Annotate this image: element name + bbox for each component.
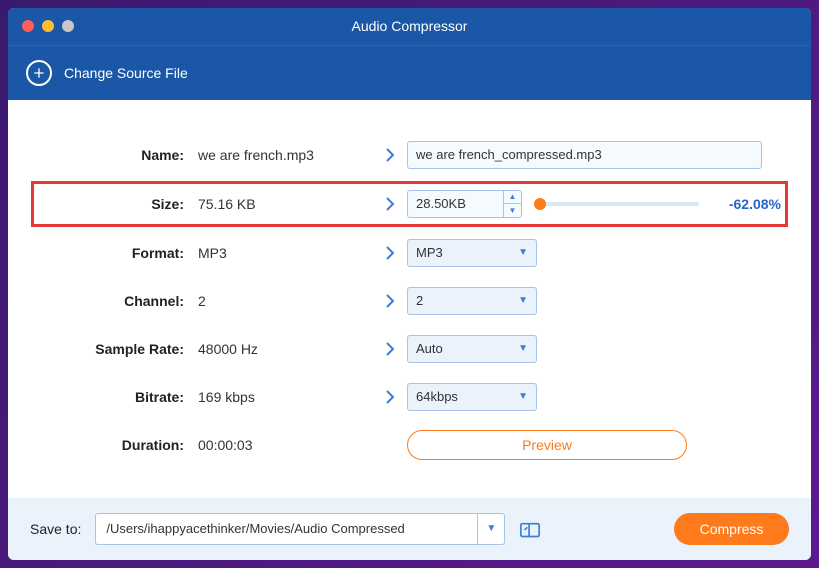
sample-rate-dropdown[interactable]: Auto ▼ xyxy=(407,335,537,363)
toolbar: Change Source File xyxy=(8,45,811,100)
open-folder-button[interactable] xyxy=(519,520,541,538)
label-sample-rate: Sample Rate: xyxy=(38,341,198,357)
label-duration: Duration: xyxy=(38,437,198,453)
format-value: MP3 xyxy=(416,245,443,260)
plus-icon[interactable] xyxy=(26,60,52,86)
target-size-spinner[interactable]: 28.50KB ▲ ▼ xyxy=(407,190,522,218)
arrow-icon xyxy=(373,293,407,309)
save-path-box[interactable]: /Users/ihappyacethinker/Movies/Audio Com… xyxy=(95,513,477,545)
titlebar: Audio Compressor xyxy=(8,8,811,45)
bitrate-dropdown[interactable]: 64kbps ▼ xyxy=(407,383,537,411)
label-size: Size: xyxy=(38,196,198,212)
preview-button[interactable]: Preview xyxy=(407,430,687,460)
slider-thumb[interactable] xyxy=(534,198,546,210)
chevron-down-icon: ▼ xyxy=(486,523,496,534)
arrow-icon xyxy=(373,147,407,163)
row-size: Size: 75.16 KB 28.50KB ▲ ▼ -62.08% xyxy=(34,184,785,224)
content-area: Name: we are french.mp3 Size: 75.16 KB 2… xyxy=(8,100,811,498)
output-name-input[interactable] xyxy=(407,141,762,169)
save-path-dropdown[interactable]: ▼ xyxy=(477,513,505,545)
source-sample-rate: 48000 Hz xyxy=(198,341,373,357)
sample-rate-value: Auto xyxy=(416,341,443,356)
label-channel: Channel: xyxy=(38,293,198,309)
format-dropdown[interactable]: MP3 ▼ xyxy=(407,239,537,267)
label-format: Format: xyxy=(38,245,198,261)
size-slider[interactable] xyxy=(540,202,699,206)
source-channel: 2 xyxy=(198,293,373,309)
channel-dropdown[interactable]: 2 ▼ xyxy=(407,287,537,315)
source-size: 75.16 KB xyxy=(198,196,373,212)
chevron-down-icon: ▼ xyxy=(518,343,528,354)
arrow-icon xyxy=(373,389,407,405)
chevron-down-icon: ▼ xyxy=(518,247,528,258)
save-to-label: Save to: xyxy=(30,521,81,537)
label-name: Name: xyxy=(38,147,198,163)
row-name: Name: we are french.mp3 xyxy=(38,140,781,170)
change-source-button[interactable]: Change Source File xyxy=(64,65,188,81)
source-duration: 00:00:03 xyxy=(198,437,373,453)
row-duration: Duration: 00:00:03 Preview xyxy=(38,430,781,460)
source-format: MP3 xyxy=(198,245,373,261)
target-size-value: 28.50KB xyxy=(416,196,466,211)
source-bitrate: 169 kbps xyxy=(198,389,373,405)
row-sample-rate: Sample Rate: 48000 Hz Auto ▼ xyxy=(38,334,781,364)
arrow-icon xyxy=(373,341,407,357)
footer: Save to: /Users/ihappyacethinker/Movies/… xyxy=(8,498,811,560)
row-format: Format: MP3 MP3 ▼ xyxy=(38,238,781,268)
size-reduction-percent: -62.08% xyxy=(717,196,781,212)
compress-button[interactable]: Compress xyxy=(674,513,789,545)
chevron-down-icon: ▼ xyxy=(518,391,528,402)
source-name: we are french.mp3 xyxy=(198,147,373,163)
window-title: Audio Compressor xyxy=(8,18,811,34)
spinner-down-icon[interactable]: ▼ xyxy=(504,204,521,217)
row-bitrate: Bitrate: 169 kbps 64kbps ▼ xyxy=(38,382,781,412)
bitrate-value: 64kbps xyxy=(416,389,458,404)
channel-value: 2 xyxy=(416,293,423,308)
chevron-down-icon: ▼ xyxy=(518,295,528,306)
label-bitrate: Bitrate: xyxy=(38,389,198,405)
arrow-icon xyxy=(373,245,407,261)
arrow-icon xyxy=(373,196,407,212)
row-channel: Channel: 2 2 ▼ xyxy=(38,286,781,316)
app-window: Audio Compressor Change Source File Name… xyxy=(8,8,811,560)
spinner-controls: ▲ ▼ xyxy=(503,191,521,217)
spinner-up-icon[interactable]: ▲ xyxy=(504,191,521,205)
